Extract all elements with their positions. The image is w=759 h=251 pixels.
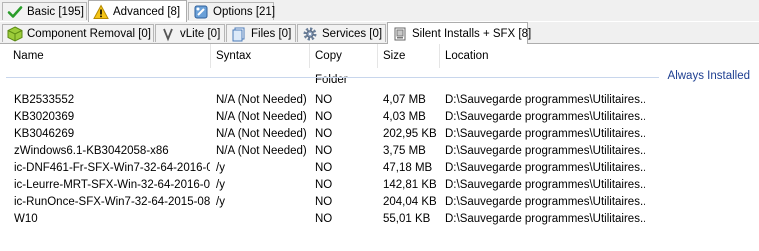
tab-advanced[interactable]: Advanced [8] [88, 0, 187, 22]
item-location: D:\Sauvegarde programmes\Utilitaires... [445, 162, 645, 174]
item-copy-folder: NO [315, 196, 333, 208]
item-size: 4,03 MB [383, 111, 426, 123]
item-name: ic-Leurre-MRT-SFX-Win-32-64-2016-03 [14, 179, 210, 191]
tab-services-label: Services [0] [322, 27, 383, 40]
group-label: Always Installed [667, 70, 750, 82]
item-syntax: N/A (Not Needed) [216, 145, 307, 157]
column-header-size[interactable]: Size [378, 44, 440, 68]
item-syntax: /y [216, 179, 225, 191]
tab-options[interactable]: Options [21] [188, 2, 276, 20]
list-item[interactable]: ic-RunOnce-SFX-Win7-32-64-2015-08 /y NO … [0, 194, 759, 211]
item-syntax: /y [216, 196, 225, 208]
list-item[interactable]: KB3046269 N/A (Not Needed) NO 202,95 KB … [0, 126, 759, 143]
tab-basic-label: Basic [195] [27, 5, 84, 18]
item-location: D:\Sauvegarde programmes\Utilitaires... [445, 128, 645, 140]
item-name: KB2533552 [14, 94, 75, 106]
item-syntax: N/A (Not Needed) [216, 128, 307, 140]
list-item[interactable]: ic-DNF461-Fr-SFX-Win7-32-64-2016-03b /y … [0, 160, 759, 177]
item-syntax: N/A (Not Needed) [216, 111, 307, 123]
package-icon [7, 25, 23, 42]
column-header-copy-folder[interactable]: Copy Folder [310, 44, 378, 86]
list-item[interactable]: zWindows6.1-KB3042058-x86 N/A (Not Neede… [0, 143, 759, 160]
gear-icon [302, 26, 318, 42]
install-list: KB2533552 N/A (Not Needed) NO 4,07 MB D:… [0, 92, 759, 228]
item-name: ic-DNF461-Fr-SFX-Win7-32-64-2016-03b [14, 162, 210, 174]
item-name: KB3020369 [14, 111, 75, 123]
item-location: D:\Sauvegarde programmes\Utilitaires... [445, 94, 645, 106]
list-item[interactable]: ic-Leurre-MRT-SFX-Win-32-64-2016-03 /y N… [0, 177, 759, 194]
vlite-icon [160, 26, 176, 42]
group-divider [6, 77, 659, 78]
item-size: 3,75 MB [383, 145, 426, 157]
item-location: D:\Sauvegarde programmes\Utilitaires... [445, 196, 645, 208]
checkmark-icon [7, 4, 23, 20]
installer-icon [392, 26, 408, 42]
item-size: 202,95 KB [383, 128, 437, 140]
tab-silent-installs[interactable]: Silent Installs + SFX [8] [387, 22, 532, 44]
group-header[interactable]: Always Installed [0, 68, 759, 88]
tab-basic[interactable]: Basic [195] [2, 2, 87, 20]
item-syntax: N/A (Not Needed) [216, 94, 307, 106]
column-header-location[interactable]: Location [440, 44, 759, 68]
tab-files[interactable]: Files [0] [226, 24, 296, 42]
item-copy-folder: NO [315, 179, 333, 191]
item-name: zWindows6.1-KB3042058-x86 [14, 145, 169, 157]
list-item[interactable]: KB2533552 N/A (Not Needed) NO 4,07 MB D:… [0, 92, 759, 109]
tab-options-label: Options [21] [213, 5, 276, 18]
column-header-name[interactable]: Name [8, 44, 211, 68]
tab-advanced-label: Advanced [8] [113, 5, 181, 18]
list-item[interactable]: W10 NO 55,01 KB D:\Sauvegarde programmes… [0, 211, 759, 228]
list-item[interactable]: KB3020369 N/A (Not Needed) NO 4,03 MB D:… [0, 109, 759, 126]
item-name: W10 [14, 213, 38, 225]
item-copy-folder: NO [315, 213, 333, 225]
item-location: D:\Sauvegarde programmes\Utilitaires... [445, 111, 645, 123]
item-location: D:\Sauvegarde programmes\Utilitaires... [445, 213, 645, 225]
tab-vlite-label: vLite [0] [180, 27, 221, 40]
main-tab-bar: Basic [195] Advanced [8] Options [21] [0, 0, 759, 22]
tab-vlite[interactable]: vLite [0] [155, 24, 225, 42]
tab-files-label: Files [0] [251, 27, 292, 40]
item-copy-folder: NO [315, 111, 333, 123]
item-size: 4,07 MB [383, 94, 426, 106]
advanced-tab-bar: Component Removal [0] vLite [0] Files [0… [0, 22, 759, 44]
item-syntax: /y [216, 162, 225, 174]
item-copy-folder: NO [315, 94, 333, 106]
item-name: KB3046269 [14, 128, 75, 140]
warning-icon [93, 3, 109, 20]
item-size: 47,18 MB [383, 162, 433, 174]
list-header: Name Syntax Copy Folder Size Location [0, 44, 759, 86]
item-copy-folder: NO [315, 145, 333, 157]
item-size: 204,04 KB [383, 196, 437, 208]
tab-component-removal[interactable]: Component Removal [0] [2, 24, 154, 42]
tab-component-removal-label: Component Removal [0] [27, 27, 152, 40]
item-size: 55,01 KB [383, 213, 431, 225]
item-location: D:\Sauvegarde programmes\Utilitaires... [445, 145, 645, 157]
tab-services[interactable]: Services [0] [297, 24, 386, 42]
tab-silent-installs-label: Silent Installs + SFX [8] [412, 27, 532, 40]
files-icon [231, 26, 247, 42]
item-name: ic-RunOnce-SFX-Win7-32-64-2015-08 [14, 196, 210, 208]
item-size: 142,81 KB [383, 179, 437, 191]
options-icon [193, 4, 209, 20]
item-copy-folder: NO [315, 128, 333, 140]
column-header-syntax[interactable]: Syntax [211, 44, 310, 68]
item-location: D:\Sauvegarde programmes\Utilitaires... [445, 179, 645, 191]
item-copy-folder: NO [315, 162, 333, 174]
